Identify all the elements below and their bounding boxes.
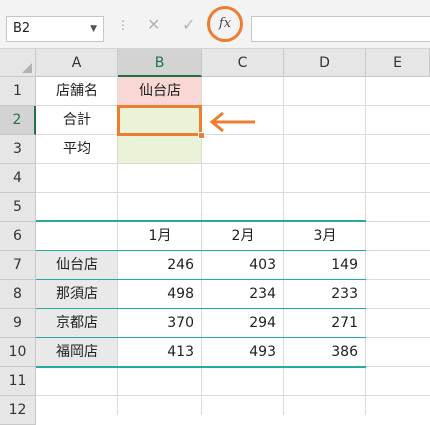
formula-bar: B2 ▼ ⋮ ✕ ✓ fx (0, 0, 430, 49)
cell-a2[interactable]: 合計 (36, 106, 118, 135)
cell-c10[interactable]: 493 (202, 338, 284, 367)
cell-a3[interactable]: 平均 (36, 135, 118, 164)
row-header-1[interactable]: 1 (0, 77, 36, 106)
column-header-e[interactable]: E (366, 49, 430, 77)
cell-b6[interactable]: 1月 (118, 222, 202, 251)
vertical-dots-icon[interactable]: ⋮ (117, 18, 129, 32)
cell-a8[interactable]: 那須店 (36, 280, 118, 309)
cell-d9[interactable]: 271 (284, 309, 366, 338)
row-header-6[interactable]: 6 (0, 222, 36, 251)
fill-handle[interactable] (198, 132, 205, 139)
name-box[interactable]: B2 ▼ (6, 16, 104, 42)
cell-b8[interactable]: 498 (118, 280, 202, 309)
column-header-a[interactable]: A (36, 49, 118, 77)
column-header-c[interactable]: C (202, 49, 284, 77)
row-header-7[interactable]: 7 (0, 251, 36, 280)
cell-a10[interactable]: 福岡店 (36, 338, 118, 367)
check-icon[interactable]: ✓ (182, 15, 195, 34)
cell-c8[interactable]: 234 (202, 280, 284, 309)
active-cell-b2[interactable] (117, 105, 202, 136)
cell-c9[interactable]: 294 (202, 309, 284, 338)
row-header-3[interactable]: 3 (0, 135, 36, 164)
cell-b10[interactable]: 413 (118, 338, 202, 367)
cell-a7[interactable]: 仙台店 (36, 251, 118, 280)
cell-d6[interactable]: 3月 (284, 222, 366, 251)
cell-d8[interactable]: 233 (284, 280, 366, 309)
row-header-8[interactable]: 8 (0, 280, 36, 309)
annotation-arrow-icon (209, 111, 255, 133)
cell-b9[interactable]: 370 (118, 309, 202, 338)
cell-c6[interactable]: 2月 (202, 222, 284, 251)
cell-c7[interactable]: 403 (202, 251, 284, 280)
insert-function-button[interactable]: fx (207, 6, 243, 42)
gridline (36, 192, 430, 193)
row-header-12[interactable]: 12 (0, 396, 36, 425)
cross-icon[interactable]: ✕ (147, 15, 160, 34)
cell-d10[interactable]: 386 (284, 338, 366, 367)
column-header-b[interactable]: B (118, 49, 202, 77)
row-header-9[interactable]: 9 (0, 309, 36, 338)
select-all-button[interactable] (0, 49, 36, 77)
row-header-10[interactable]: 10 (0, 338, 36, 367)
chevron-down-icon[interactable]: ▼ (90, 17, 97, 41)
row-header-11[interactable]: 11 (0, 367, 36, 396)
name-box-value: B2 (13, 21, 31, 36)
cell-b1[interactable]: 仙台店 (118, 77, 202, 106)
formula-input[interactable] (251, 16, 430, 42)
row-header-2[interactable]: 2 (0, 106, 36, 135)
cell-a9[interactable]: 京都店 (36, 309, 118, 338)
row-header-5[interactable]: 5 (0, 193, 36, 222)
column-header-d[interactable]: D (284, 49, 366, 77)
cell-a1[interactable]: 店舗名 (36, 77, 118, 106)
cell-b7[interactable]: 246 (118, 251, 202, 280)
cell-d7[interactable]: 149 (284, 251, 366, 280)
fx-icon: fx (218, 16, 232, 31)
row-header-4[interactable]: 4 (0, 164, 36, 193)
gridline (36, 395, 430, 396)
